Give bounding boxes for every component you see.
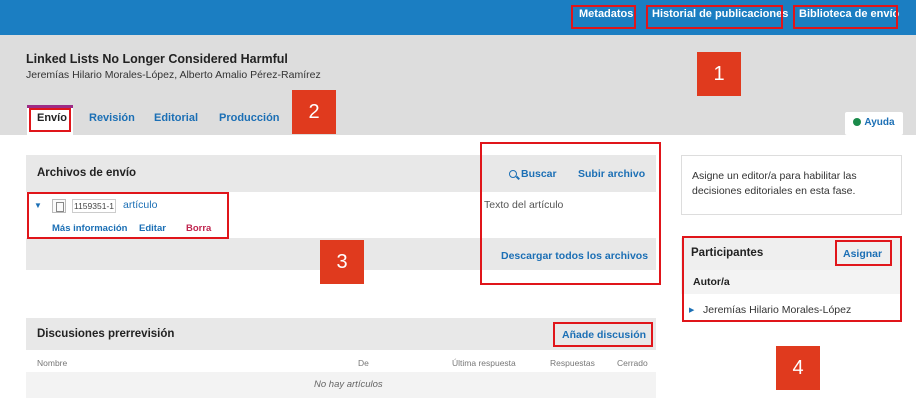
tab-review[interactable]: Revisión [89, 105, 135, 135]
discussions-heading: Discusiones prerrevisión [37, 328, 175, 340]
column-last-reply: Última respuesta [452, 358, 516, 368]
callout-badge: 2 [292, 90, 336, 134]
highlight-file-actions [480, 142, 661, 285]
help-button[interactable]: Ayuda [845, 112, 903, 135]
highlight-metadata [571, 5, 636, 29]
highlight-add-discussion [553, 322, 653, 347]
tab-editorial[interactable]: Editorial [154, 105, 198, 135]
help-label: Ayuda [864, 117, 895, 128]
submission-files-heading: Archivos de envío [37, 167, 137, 179]
editor-notice-box: Asigne un editor/a para habilitar las de… [681, 155, 902, 215]
submission-title: Linked Lists No Longer Considered Harmfu… [26, 52, 288, 66]
tab-production[interactable]: Producción [219, 105, 280, 135]
highlight-assign [835, 240, 892, 266]
callout-badge: 3 [320, 240, 364, 284]
submission-authors: Jeremías Hilario Morales-López, Alberto … [26, 69, 321, 81]
highlight-file-row [27, 192, 229, 239]
column-name: Nombre [37, 358, 68, 368]
empty-message: No hay artículos [314, 379, 383, 390]
editor-notice-text: Asigne un editor/a para habilitar las de… [692, 170, 857, 197]
highlight-submission-tab [29, 108, 71, 132]
callout-badge: 1 [697, 52, 741, 96]
column-from: De [358, 358, 369, 368]
column-closed: Cerrado [617, 358, 648, 368]
highlight-submission-library [793, 5, 898, 29]
help-circle-icon [853, 118, 862, 126]
column-replies: Respuestas [550, 358, 595, 368]
callout-badge: 4 [776, 346, 820, 390]
highlight-publication-history [646, 5, 783, 29]
